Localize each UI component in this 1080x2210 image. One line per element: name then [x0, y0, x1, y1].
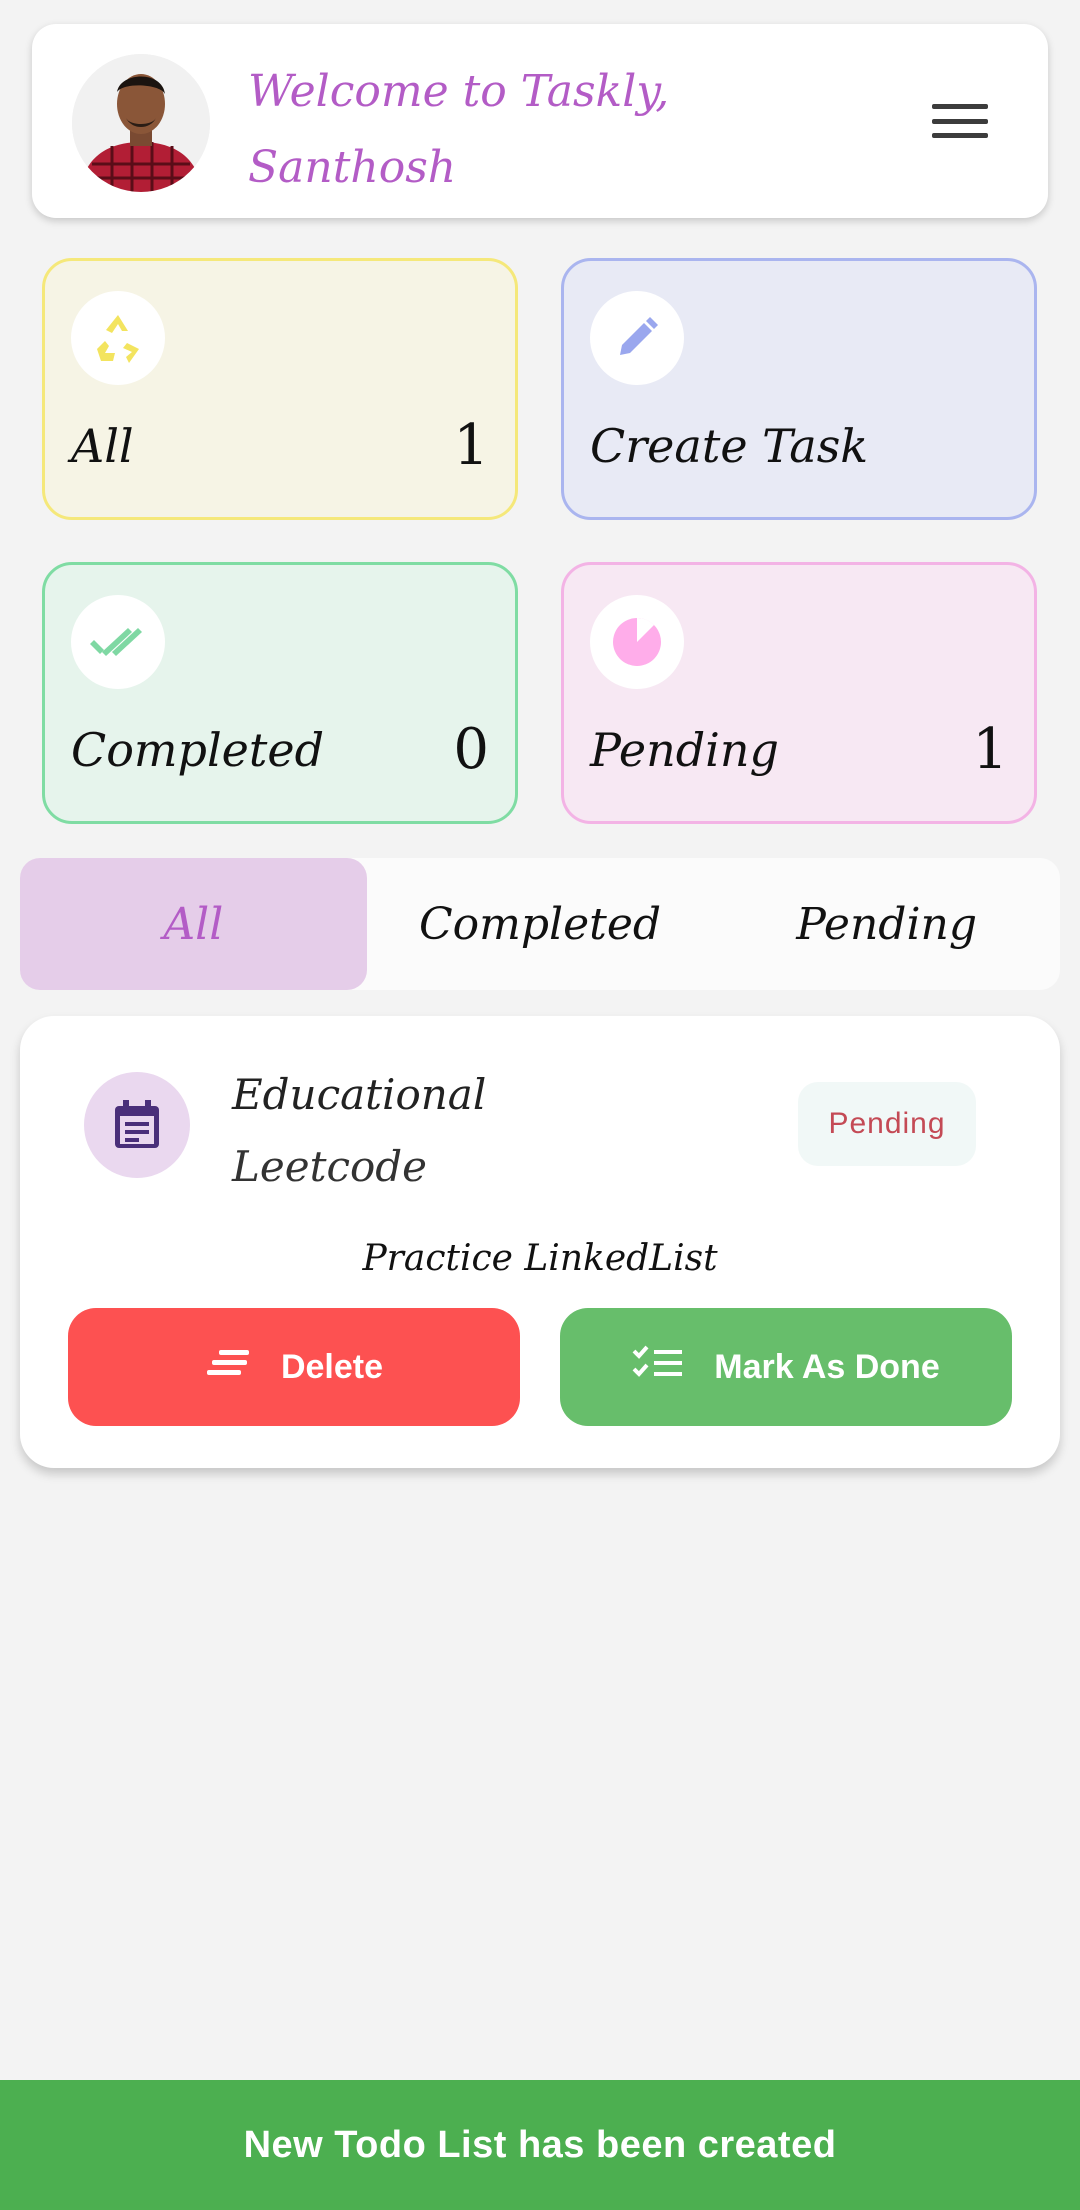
pending-tasks-count: 1 — [972, 717, 1008, 782]
completed-tasks-count: 0 — [453, 717, 489, 782]
avatar[interactable] — [72, 54, 210, 192]
welcome-line-1: Welcome to Taskly, — [248, 66, 670, 117]
create-task-card[interactable]: Create Task — [561, 258, 1037, 520]
welcome-message: Welcome to Taskly, Santhosh — [248, 54, 768, 206]
completed-tasks-label: Completed — [71, 723, 325, 777]
tab-all[interactable]: All — [20, 858, 367, 990]
pie-chart-icon — [590, 595, 684, 689]
task-description: Practice LinkedList — [362, 1238, 718, 1279]
lines-icon — [205, 1348, 251, 1387]
delete-button[interactable]: Delete — [68, 1308, 520, 1426]
menu-line — [932, 133, 988, 138]
welcome-username: Santhosh — [248, 142, 457, 193]
all-tasks-card[interactable]: All 1 — [42, 258, 518, 520]
pencil-icon — [590, 291, 684, 385]
tab-pending[interactable]: Pending — [713, 858, 1060, 990]
menu-line — [932, 118, 988, 124]
calendar-note-icon — [84, 1072, 190, 1178]
task-card: Educational Leetcode Pending Practice Li… — [20, 1016, 1060, 1468]
create-task-label: Create Task — [590, 419, 869, 473]
task-category: Educational — [232, 1070, 487, 1119]
delete-button-label: Delete — [280, 1347, 384, 1386]
header-card: Welcome to Taskly, Santhosh — [32, 24, 1048, 218]
all-tasks-count: 1 — [453, 413, 489, 478]
mark-as-done-label: Mark As Done — [714, 1347, 940, 1386]
tab-completed[interactable]: Completed — [367, 858, 714, 990]
double-check-icon — [71, 595, 165, 689]
snackbar-message: New Todo List has been created — [243, 2123, 837, 2166]
pending-tasks-label: Pending — [590, 723, 779, 777]
checklist-icon — [632, 1345, 684, 1390]
hamburger-menu-icon[interactable] — [922, 96, 998, 146]
snackbar: New Todo List has been created — [0, 2080, 1080, 2210]
mark-as-done-button[interactable]: Mark As Done — [560, 1308, 1012, 1426]
filter-tabs: All Completed Pending — [20, 858, 1060, 990]
completed-tasks-card[interactable]: Completed 0 — [42, 562, 518, 824]
pending-tasks-card[interactable]: Pending 1 — [561, 562, 1037, 824]
all-tasks-label: All — [71, 419, 134, 473]
recycle-icon — [71, 291, 165, 385]
status-badge: Pending — [798, 1082, 976, 1166]
menu-line — [932, 104, 988, 109]
task-title: Leetcode — [232, 1142, 428, 1191]
